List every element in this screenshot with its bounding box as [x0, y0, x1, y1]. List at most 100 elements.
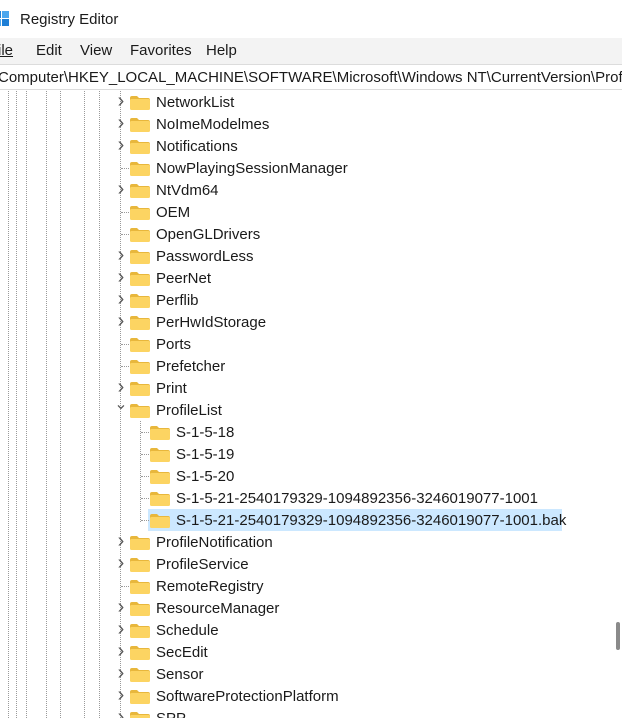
tree-key-row[interactable]: › SPP	[0, 707, 606, 718]
tree-branch-line	[141, 520, 149, 521]
tree-subkey-row[interactable]: S-1-5-21-2540179329-1094892356-324601907…	[0, 487, 606, 509]
tree-item-label: PasswordLess	[156, 248, 254, 265]
tree-key-row[interactable]: Ports	[0, 333, 606, 355]
folder-icon	[130, 294, 150, 308]
folder-icon	[150, 448, 170, 462]
folder-icon	[130, 360, 150, 374]
chevron-right-icon[interactable]: ›	[114, 289, 128, 311]
registry-editor-icon	[0, 11, 9, 26]
tree-item-label: PeerNet	[156, 270, 212, 287]
folder-icon	[130, 404, 150, 418]
registry-key-tree[interactable]: › NetworkList › NoImeModelmes › Notifications…	[0, 91, 606, 718]
chevron-right-icon[interactable]: ›	[114, 135, 128, 157]
tree-key-row[interactable]: Prefetcher	[0, 355, 606, 377]
menu-edit[interactable]: Edit	[36, 42, 62, 59]
tree-branch-line	[121, 586, 129, 587]
tree-branch-line	[121, 234, 129, 235]
tree-item-label: ResourceManager	[156, 600, 280, 617]
tree-key-row[interactable]: › ProfileNotification	[0, 531, 606, 553]
folder-icon	[130, 338, 150, 352]
tree-item-label: S-1-5-18	[176, 424, 235, 441]
tree-key-row[interactable]: › PerHwIdStorage	[0, 311, 606, 333]
chevron-right-icon[interactable]: ›	[114, 597, 128, 619]
tree-branch-line	[141, 498, 149, 499]
tree-subkey-row[interactable]: S-1-5-18	[0, 421, 606, 443]
tree-subkey-row[interactable]: S-1-5-19	[0, 443, 606, 465]
folder-icon	[150, 470, 170, 484]
folder-icon	[130, 646, 150, 660]
tree-subkey-row[interactable]: S-1-5-21-2540179329-1094892356-324601907…	[0, 509, 606, 531]
chevron-right-icon[interactable]: ›	[114, 267, 128, 289]
tree-key-row[interactable]: NowPlayingSessionManager	[0, 157, 606, 179]
tree-key-row[interactable]: › Notifications	[0, 135, 606, 157]
chevron-right-icon[interactable]: ›	[114, 245, 128, 267]
tree-branch-line	[141, 432, 149, 433]
tree-key-row[interactable]: › Sensor	[0, 663, 606, 685]
address-bar[interactable]: Computer\HKEY_LOCAL_MACHINE\SOFTWARE\Mic…	[0, 64, 622, 90]
tree-key-row[interactable]: OEM	[0, 201, 606, 223]
menu-file[interactable]: ile	[0, 42, 13, 59]
address-path[interactable]: Computer\HKEY_LOCAL_MACHINE\SOFTWARE\Mic…	[0, 69, 622, 86]
tree-key-row[interactable]: › Perflib	[0, 289, 606, 311]
tree-key-row[interactable]: › NoImeModelmes	[0, 113, 606, 135]
menu-view[interactable]: View	[80, 42, 112, 59]
tree-key-row[interactable]: › NtVdm64	[0, 179, 606, 201]
tree-key-row[interactable]: › ResourceManager	[0, 597, 606, 619]
chevron-right-icon[interactable]: ›	[114, 179, 128, 201]
tree-item-label: ProfileList	[156, 402, 222, 419]
tree-branch-line	[121, 366, 129, 367]
tree-item-label: NoImeModelmes	[156, 116, 270, 133]
folder-icon	[130, 382, 150, 396]
tree-key-row[interactable]: › ProfileService	[0, 553, 606, 575]
tree-item-label: SPP	[156, 710, 186, 718]
chevron-right-icon[interactable]: ›	[114, 707, 128, 718]
chevron-right-icon[interactable]: ›	[114, 641, 128, 663]
tree-item-label: Schedule	[156, 622, 219, 639]
vertical-scrollbar[interactable]	[606, 91, 622, 718]
chevron-right-icon[interactable]: ›	[114, 311, 128, 333]
tree-branch-line	[141, 476, 149, 477]
tree-key-row[interactable]: OpenGLDrivers	[0, 223, 606, 245]
tree-item-label: Notifications	[156, 138, 238, 155]
window-title: Registry Editor	[20, 11, 119, 28]
tree-key-row[interactable]: › PasswordLess	[0, 245, 606, 267]
tree-key-row[interactable]: › Print	[0, 377, 606, 399]
folder-icon	[130, 162, 150, 176]
tree-key-row[interactable]: › NetworkList	[0, 91, 606, 113]
folder-icon	[130, 206, 150, 220]
folder-icon	[130, 228, 150, 242]
chevron-down-icon[interactable]: ⌄	[114, 397, 128, 421]
tree-subkey-row[interactable]: S-1-5-20	[0, 465, 606, 487]
tree-key-row[interactable]: › PeerNet	[0, 267, 606, 289]
chevron-right-icon[interactable]: ›	[114, 685, 128, 707]
menu-favorites[interactable]: Favorites	[130, 42, 192, 59]
scrollbar-thumb[interactable]	[616, 622, 620, 650]
menu-help[interactable]: Help	[206, 42, 237, 59]
tree-branch-line	[121, 344, 129, 345]
tree-item-label: S-1-5-20	[176, 468, 235, 485]
folder-icon	[130, 118, 150, 132]
tree-item-label: Ports	[156, 336, 192, 353]
folder-icon	[130, 690, 150, 704]
chevron-right-icon[interactable]: ›	[114, 619, 128, 641]
chevron-right-icon[interactable]: ›	[114, 113, 128, 135]
menu-bar: ile Edit View Favorites Help	[0, 38, 622, 64]
tree-key-row[interactable]: RemoteRegistry	[0, 575, 606, 597]
folder-icon	[130, 96, 150, 110]
tree-item-label: S-1-5-21-2540179329-1094892356-324601907…	[176, 490, 538, 507]
tree-item-label: NtVdm64	[156, 182, 219, 199]
chevron-right-icon[interactable]: ›	[114, 553, 128, 575]
folder-icon	[130, 580, 150, 594]
tree-key-row[interactable]: › Schedule	[0, 619, 606, 641]
chevron-right-icon[interactable]: ›	[114, 531, 128, 553]
tree-item-label: Prefetcher	[156, 358, 226, 375]
folder-icon	[130, 272, 150, 286]
tree-key-row[interactable]: › SecEdit	[0, 641, 606, 663]
folder-icon	[130, 558, 150, 572]
chevron-right-icon[interactable]: ›	[114, 663, 128, 685]
folder-icon	[130, 536, 150, 550]
chevron-right-icon[interactable]: ›	[114, 91, 128, 113]
tree-branch-line	[121, 168, 129, 169]
tree-key-row[interactable]: › SoftwareProtectionPlatform	[0, 685, 606, 707]
tree-key-row[interactable]: ⌄ ProfileList	[0, 397, 606, 421]
